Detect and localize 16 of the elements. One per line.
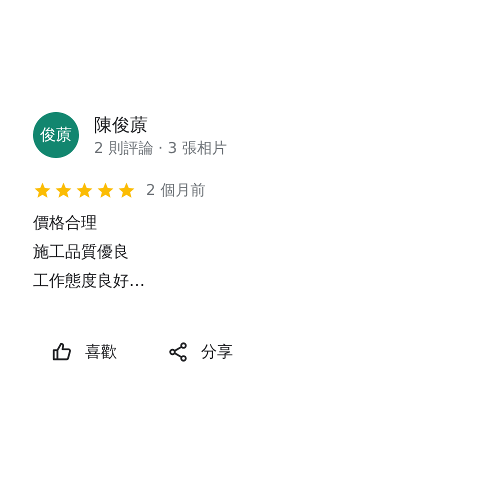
star-icon	[75, 181, 94, 200]
review-text: 施工品質優良	[33, 241, 130, 263]
review-date: 2 個月前	[146, 181, 206, 200]
star-icon	[54, 181, 73, 200]
share-icon	[167, 341, 189, 363]
review-text: 工作態度良好…	[33, 270, 146, 292]
thumbs-up-icon	[51, 341, 73, 363]
share-button[interactable]: 分享	[153, 335, 247, 369]
reviewer-stats: 2 則評論 · 3 張相片	[94, 138, 227, 158]
star-icon	[117, 181, 136, 200]
review-text: 價格合理	[33, 212, 98, 234]
avatar[interactable]: 俊蒝	[33, 112, 79, 158]
reviewer-name[interactable]: 陳俊蒝	[94, 112, 227, 136]
star-icon	[33, 181, 52, 200]
star-icon	[96, 181, 115, 200]
like-button[interactable]: 喜歡	[37, 335, 131, 369]
